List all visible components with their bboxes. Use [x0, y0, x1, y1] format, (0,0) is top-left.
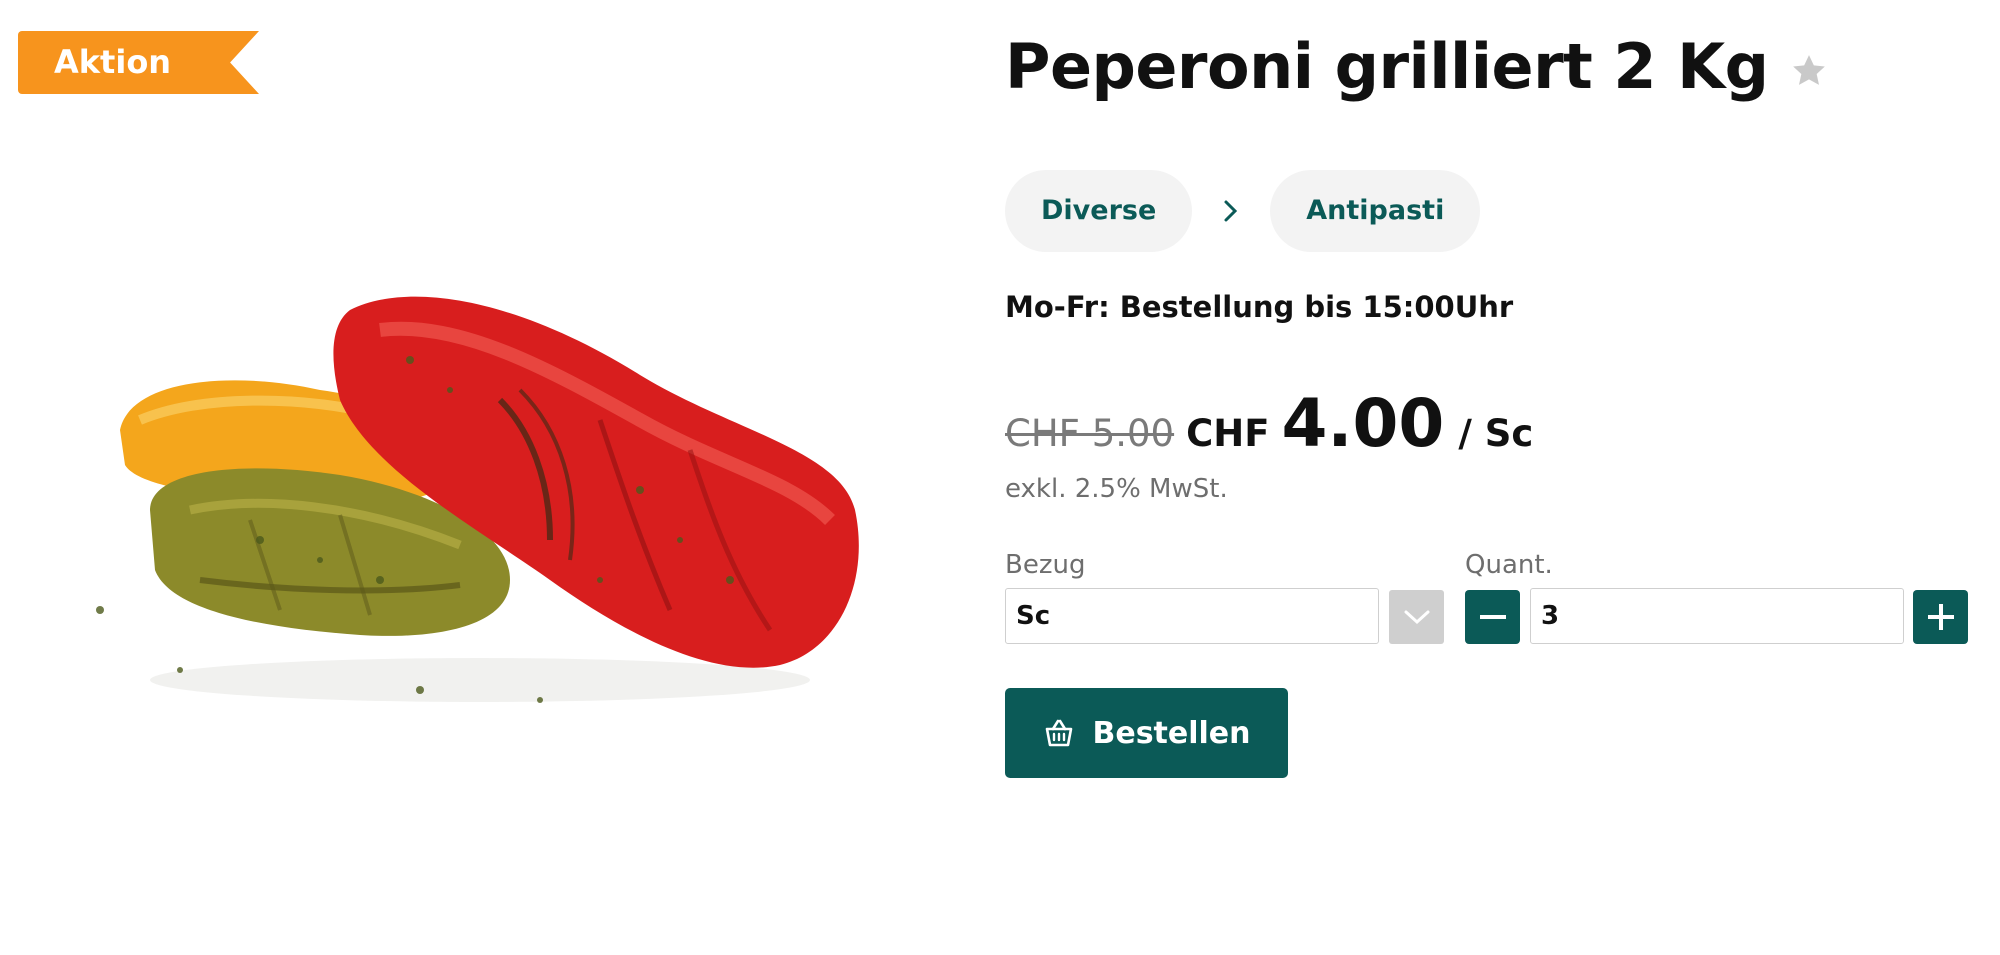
quantity-decrease-button[interactable]	[1465, 590, 1520, 644]
product-page: Aktion Peperoni grilliert 2 Kg Diverse A…	[0, 0, 2000, 955]
quantity-increase-button[interactable]	[1913, 590, 1968, 644]
plus-icon	[1927, 604, 1954, 630]
chevron-right-icon	[1192, 170, 1270, 252]
promo-badge-label: Aktion	[54, 43, 172, 81]
quantity-label: Quant.	[1465, 550, 1553, 580]
old-price: CHF 5.00	[1005, 412, 1175, 455]
order-button-label: Bestellen	[1092, 715, 1251, 751]
bezug-label: Bezug	[1005, 550, 1086, 580]
product-title: Peperoni grilliert 2 Kg	[1005, 30, 1769, 103]
star-icon[interactable]	[1789, 51, 1829, 91]
price-currency: CHF	[1186, 412, 1270, 455]
vat-note: exkl. 2.5% MwSt.	[1005, 474, 1228, 504]
product-title-row: Peperoni grilliert 2 Kg	[1005, 30, 1829, 103]
breadcrumb-item-diverse[interactable]: Diverse	[1005, 170, 1193, 252]
quantity-input[interactable]	[1530, 588, 1904, 644]
price-unit: / Sc	[1458, 412, 1534, 455]
breadcrumb-item-antipasti[interactable]: Antipasti	[1270, 170, 1481, 252]
basket-icon	[1046, 719, 1073, 747]
bezug-select[interactable]: Sc	[1005, 588, 1379, 644]
product-image	[96, 296, 859, 703]
minus-icon	[1479, 615, 1506, 619]
breadcrumb: Diverse Antipasti	[1005, 170, 1481, 252]
price-row: CHF 5.00 CHF 4.00 / Sc	[1005, 385, 1533, 462]
promo-badge: Aktion	[18, 31, 259, 94]
order-button[interactable]: Bestellen	[1005, 688, 1288, 778]
price-value: 4.00	[1281, 385, 1445, 462]
chevron-down-icon[interactable]	[1389, 590, 1444, 644]
order-deadline: Mo-Fr: Bestellung bis 15:00Uhr	[1005, 290, 1514, 324]
